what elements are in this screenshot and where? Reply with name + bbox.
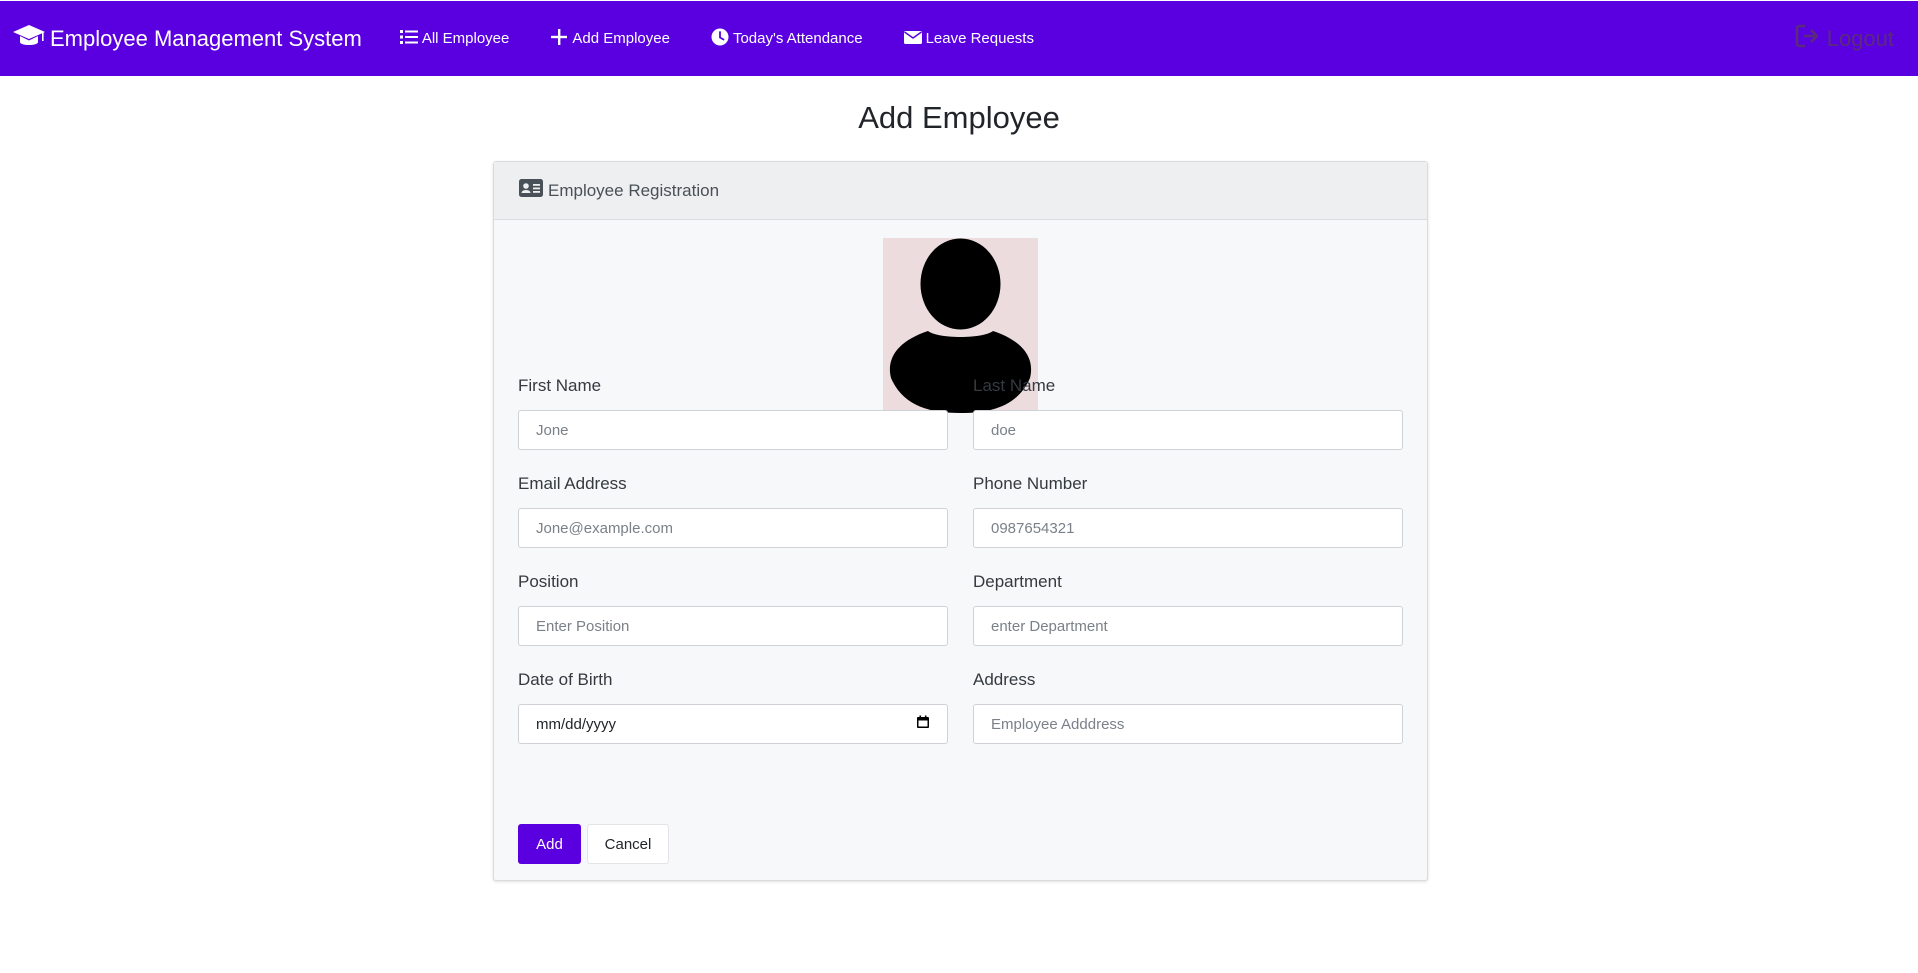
- email-group: Email Address: [518, 474, 948, 548]
- nav-label: Today's Attendance: [732, 30, 863, 47]
- logout-label: Logout: [1826, 26, 1894, 51]
- first-name-input[interactable]: [518, 410, 948, 450]
- nav-label: Leave Requests: [925, 30, 1034, 47]
- department-input[interactable]: [973, 606, 1403, 646]
- phone-label: Phone Number: [973, 474, 1088, 493]
- card-header: Employee Registration: [494, 162, 1427, 220]
- cancel-button[interactable]: Cancel: [587, 824, 669, 864]
- dob-input[interactable]: mm/dd/yyyy: [518, 704, 948, 744]
- position-group: Position: [518, 572, 948, 646]
- first-name-label: First Name: [518, 376, 602, 395]
- brand-title: Employee Management System: [50, 25, 362, 51]
- nav-label: All Employee: [421, 30, 510, 47]
- nav-all-employee[interactable]: All Employee: [399, 28, 510, 50]
- address-group: Address: [973, 670, 1403, 744]
- dob-value: mm/dd/yyyy: [536, 715, 617, 733]
- page-title: Add Employee: [858, 100, 1060, 135]
- brand[interactable]: Employee Management System: [12, 23, 362, 55]
- dob-group: Date of Birth mm/dd/yyyy: [518, 670, 948, 744]
- address-label: Address: [973, 670, 1036, 689]
- calendar-icon[interactable]: [916, 715, 930, 733]
- logout-button[interactable]: Logout: [1795, 23, 1894, 55]
- email-input[interactable]: [518, 508, 948, 548]
- last-name-label: Last Name: [973, 376, 1056, 395]
- first-name-group: First Name: [518, 376, 948, 450]
- sign-out-icon: [1795, 23, 1827, 55]
- employee-registration-card: Employee Registration First Name Last Na…: [493, 161, 1428, 881]
- phone-group: Phone Number: [973, 474, 1403, 548]
- list-icon: [399, 28, 422, 50]
- position-label: Position: [518, 572, 579, 591]
- plus-icon: [550, 28, 572, 50]
- address-input[interactable]: [973, 704, 1403, 744]
- nav-links: All Employee Add Employee Today's Attend…: [399, 28, 1075, 50]
- nav-label: Add Employee: [572, 30, 670, 47]
- nav-add-employee[interactable]: Add Employee: [550, 28, 670, 50]
- nav-todays-attendance[interactable]: Today's Attendance: [711, 28, 863, 50]
- nav-leave-requests[interactable]: Leave Requests: [903, 28, 1034, 50]
- id-card-icon: [519, 178, 548, 203]
- department-label: Department: [973, 572, 1062, 591]
- top-navbar: Employee Management System All Employee …: [0, 1, 1918, 76]
- dob-label: Date of Birth: [518, 670, 613, 689]
- envelope-icon: [903, 28, 926, 50]
- phone-input[interactable]: [973, 508, 1403, 548]
- add-button[interactable]: Add: [518, 824, 581, 864]
- last-name-input[interactable]: [973, 410, 1403, 450]
- graduation-cap-icon: [12, 23, 50, 55]
- clock-icon: [711, 28, 733, 50]
- last-name-group: Last Name: [973, 376, 1403, 450]
- department-group: Department: [973, 572, 1403, 646]
- card-header-title: Employee Registration: [548, 180, 720, 200]
- position-input[interactable]: [518, 606, 948, 646]
- email-label: Email Address: [518, 474, 627, 493]
